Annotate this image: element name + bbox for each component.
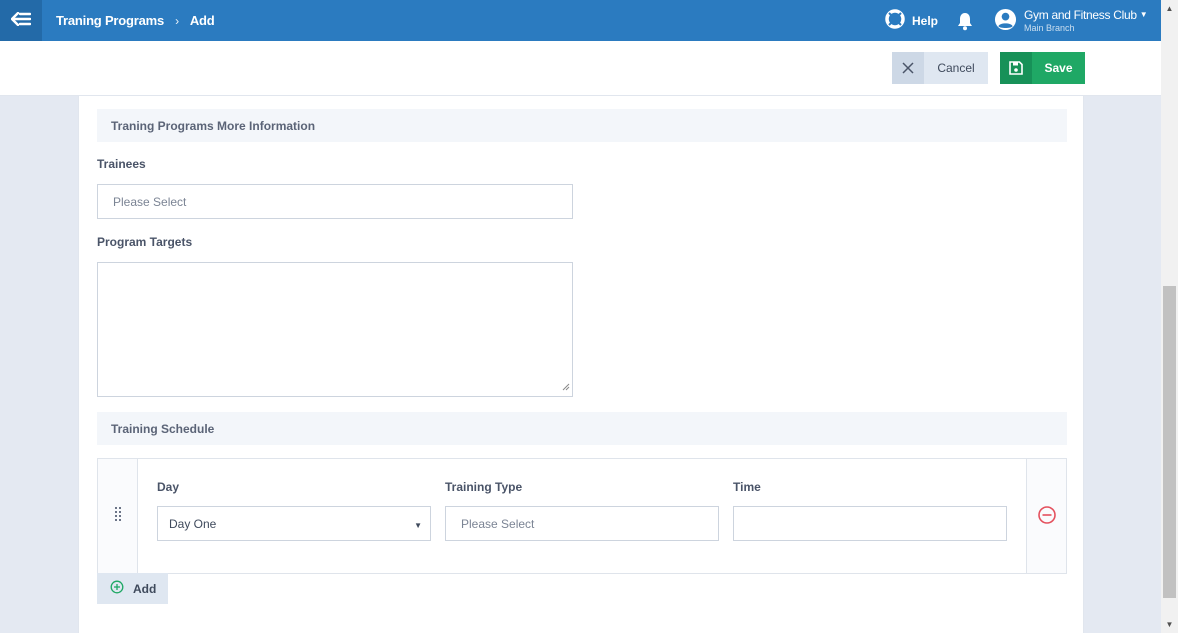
top-bar: Traning Programs › Add Help Gym and Fitn…	[0, 0, 1161, 41]
schedule-row: Day Day One ▼ Training Type Please Selec…	[97, 458, 1067, 574]
drag-handle[interactable]	[98, 459, 138, 573]
training-type-placeholder: Please Select	[461, 516, 535, 531]
training-type-select[interactable]: Please Select	[445, 506, 719, 541]
chevron-down-icon: ▼	[414, 521, 422, 530]
user-menu[interactable]: Gym and Fitness Club ▼ Main Branch	[994, 0, 1148, 41]
program-targets-textarea[interactable]	[97, 262, 573, 397]
time-label: Time	[733, 480, 761, 494]
section-training-schedule: Training Schedule	[97, 412, 1067, 445]
scroll-down-arrow-icon[interactable]: ▼	[1161, 616, 1178, 633]
cancel-button[interactable]: Cancel	[892, 52, 988, 84]
user-branch: Main Branch	[1024, 22, 1075, 33]
bell-icon	[955, 13, 975, 34]
trainees-label: Trainees	[97, 157, 146, 171]
help-button[interactable]: Help	[885, 0, 938, 41]
floppy-disk-icon	[1000, 52, 1032, 84]
scroll-up-arrow-icon[interactable]: ▲	[1161, 0, 1178, 17]
user-name: Gym and Fitness Club	[1024, 7, 1137, 22]
back-button[interactable]	[0, 0, 42, 41]
trainees-select[interactable]: Please Select	[97, 184, 573, 219]
section-more-information: Traning Programs More Information	[97, 109, 1067, 142]
resize-handle-icon[interactable]	[562, 379, 570, 394]
close-icon	[892, 52, 924, 84]
breadcrumb: Traning Programs › Add	[56, 0, 215, 41]
time-input[interactable]	[733, 506, 1007, 541]
save-label: Save	[1044, 61, 1073, 75]
drag-handle-icon	[114, 506, 122, 527]
user-circle-icon	[994, 8, 1017, 34]
arrow-left-menu-icon	[10, 11, 32, 29]
program-targets-label: Program Targets	[97, 235, 193, 249]
scrollbar-thumb[interactable]	[1163, 286, 1176, 598]
form-card: Traning Programs More Information Traine…	[78, 96, 1084, 633]
training-type-label: Training Type	[445, 480, 523, 494]
lifebuoy-icon	[885, 9, 912, 32]
remove-row-button[interactable]	[1026, 459, 1066, 573]
breadcrumb-separator: ›	[175, 13, 179, 28]
breadcrumb-item-programs[interactable]: Traning Programs	[56, 13, 164, 28]
chevron-down-icon: ▼	[1139, 9, 1148, 19]
day-label: Day	[157, 480, 180, 494]
day-select[interactable]: Day One ▼	[157, 506, 431, 541]
vertical-scrollbar[interactable]: ▲ ▼	[1161, 0, 1178, 633]
cancel-label: Cancel	[937, 61, 975, 75]
action-bar: Cancel Save	[0, 41, 1161, 96]
minus-circle-icon	[1037, 505, 1057, 528]
help-label: Help	[912, 13, 939, 28]
add-row-button[interactable]: Add	[97, 573, 168, 604]
day-value: Day One	[169, 516, 217, 531]
plus-circle-icon	[110, 580, 133, 597]
add-label: Add	[133, 581, 157, 596]
breadcrumb-item-add: Add	[189, 13, 215, 28]
trainees-placeholder: Please Select	[113, 194, 187, 209]
save-button[interactable]: Save	[1000, 52, 1085, 84]
notifications-button[interactable]	[955, 11, 975, 34]
